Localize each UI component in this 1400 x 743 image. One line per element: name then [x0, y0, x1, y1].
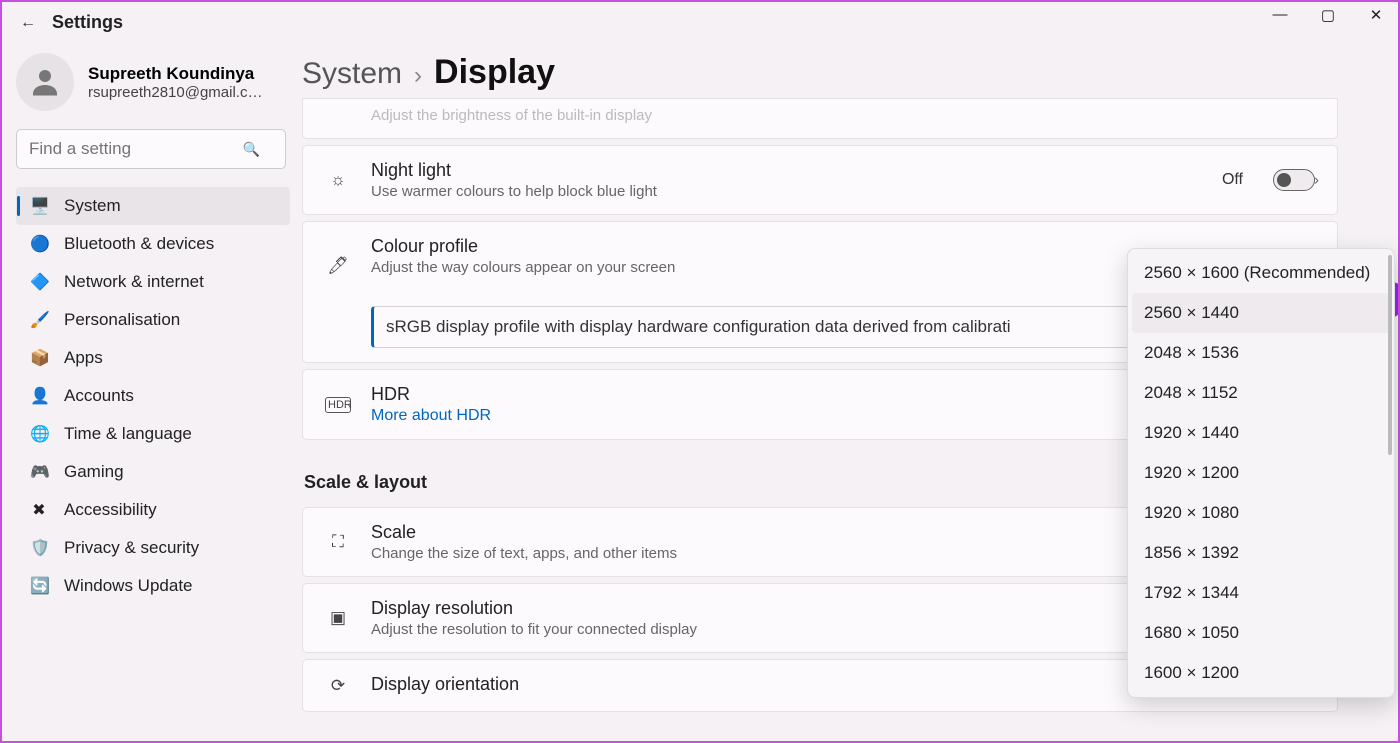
nav-label: Windows Update — [64, 576, 193, 596]
sidebar-item-personalisation[interactable]: 🖌️ Personalisation — [16, 301, 290, 339]
nav-label: System — [64, 196, 121, 216]
account-name: Supreeth Koundinya — [88, 64, 262, 84]
sidebar-item-network-internet[interactable]: 🔷 Network & internet — [16, 263, 290, 301]
sidebar-item-accounts[interactable]: 👤 Accounts — [16, 377, 290, 415]
resolution-option[interactable]: 1856 × 1392 — [1128, 533, 1394, 573]
brightness-sub: Adjust the brightness of the built-in di… — [371, 107, 1315, 124]
night-light-title: Night light — [371, 160, 1202, 181]
sidebar-item-system[interactable]: 🖥️ System — [16, 187, 290, 225]
page-title: Display — [434, 53, 555, 92]
sidebar-item-windows-update[interactable]: 🔄 Windows Update — [16, 567, 290, 605]
sidebar-item-time-language[interactable]: 🌐 Time & language — [16, 415, 290, 453]
sidebar-item-bluetooth-devices[interactable]: 🔵 Bluetooth & devices — [16, 225, 290, 263]
sidebar: Supreeth Koundinya rsupreeth2810@gmail.c… — [2, 41, 302, 736]
resolution-option[interactable]: 1920 × 1080 — [1128, 493, 1394, 533]
nav-icon: 🔄 — [30, 576, 48, 596]
orientation-icon: ⟳ — [325, 676, 351, 696]
close-button[interactable]: ✕ — [1364, 6, 1388, 24]
nav-label: Network & internet — [64, 272, 204, 292]
resolution-option[interactable]: 2048 × 1536 — [1128, 333, 1394, 373]
hdr-icon: HDR — [325, 397, 351, 413]
search-icon: 🔍 — [243, 141, 260, 158]
maximize-button[interactable]: ▢ — [1316, 6, 1340, 24]
nav-icon: ✖ — [30, 500, 48, 520]
night-light-sub: Use warmer colours to help block blue li… — [371, 183, 1202, 200]
nav-label: Privacy & security — [64, 538, 199, 558]
nav-icon: 🔷 — [30, 272, 48, 292]
nav-icon: 🎮 — [30, 462, 48, 482]
scrollbar[interactable] — [1388, 255, 1392, 455]
night-light-state: Off — [1222, 171, 1243, 189]
scale-icon: ⛶ — [325, 532, 351, 552]
nav-label: Time & language — [64, 424, 192, 444]
resolution-dropdown[interactable]: 2560 × 1600 (Recommended)2560 × 14402048… — [1127, 248, 1395, 698]
nav-icon: 🖌️ — [30, 310, 48, 330]
window-controls: — ▢ ✕ — [1268, 6, 1388, 24]
resolution-option[interactable]: 2560 × 1440 — [1132, 293, 1390, 333]
resolution-option[interactable]: 1680 × 1050 — [1128, 613, 1394, 653]
nav-icon: 🔵 — [30, 234, 48, 254]
avatar — [16, 53, 74, 111]
nav-label: Apps — [64, 348, 103, 368]
account-email: rsupreeth2810@gmail.c… — [88, 84, 262, 101]
breadcrumb: System › Display — [302, 53, 1338, 92]
sidebar-item-accessibility[interactable]: ✖ Accessibility — [16, 491, 290, 529]
resolution-option[interactable]: 1792 × 1344 — [1128, 573, 1394, 613]
resolution-option[interactable]: 2560 × 1600 (Recommended) — [1128, 253, 1394, 293]
chevron-right-icon: › — [414, 62, 422, 90]
card-night-light[interactable]: ☼ Night light Use warmer colours to help… — [302, 145, 1338, 215]
crumb-parent[interactable]: System — [302, 57, 402, 91]
chevron-right-icon: › — [1314, 172, 1319, 189]
nav-icon: 🌐 — [30, 424, 48, 444]
nav-label: Bluetooth & devices — [64, 234, 214, 254]
app-title: Settings — [52, 12, 123, 33]
sidebar-item-apps[interactable]: 📦 Apps — [16, 339, 290, 377]
card-brightness[interactable]: Adjust the brightness of the built-in di… — [302, 98, 1338, 139]
nav-label: Gaming — [64, 462, 124, 482]
back-button[interactable]: ← — [20, 14, 36, 32]
sidebar-item-privacy-security[interactable]: 🛡️ Privacy & security — [16, 529, 290, 567]
nav-icon: 📦 — [30, 348, 48, 368]
account-block[interactable]: Supreeth Koundinya rsupreeth2810@gmail.c… — [16, 53, 290, 111]
nav-label: Accounts — [64, 386, 134, 406]
minimize-button[interactable]: — — [1268, 6, 1292, 24]
resolution-icon: ▣ — [325, 608, 351, 628]
nav-label: Personalisation — [64, 310, 180, 330]
resolution-option[interactable]: 2048 × 1152 — [1128, 373, 1394, 413]
nav-icon: 🛡️ — [30, 538, 48, 558]
night-light-toggle[interactable] — [1273, 169, 1315, 191]
night-light-icon: ☼ — [325, 170, 351, 190]
nav-icon: 👤 — [30, 386, 48, 406]
pen-icon: 🖊 — [325, 256, 351, 276]
nav-label: Accessibility — [64, 500, 157, 520]
resolution-option[interactable]: 1600 × 1200 — [1128, 653, 1394, 693]
sidebar-item-gaming[interactable]: 🎮 Gaming — [16, 453, 290, 491]
resolution-option[interactable]: 1920 × 1440 — [1128, 413, 1394, 453]
resolution-option[interactable]: 1920 × 1200 — [1128, 453, 1394, 493]
nav-icon: 🖥️ — [30, 196, 48, 216]
